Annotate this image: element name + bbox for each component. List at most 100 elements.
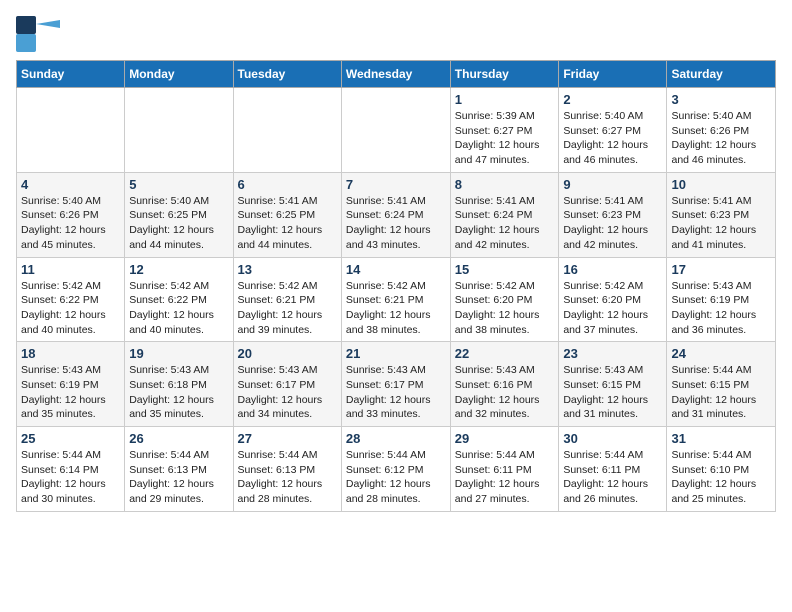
calendar-cell: 6 Sunrise: 5:41 AM Sunset: 6:25 PM Daylig… xyxy=(233,172,341,257)
day-content: Sunrise: 5:44 AM Sunset: 6:13 PM Dayligh… xyxy=(238,448,337,507)
calendar-cell: 31 Sunrise: 5:44 AM Sunset: 6:10 PM Dayli… xyxy=(667,427,776,512)
calendar-cell xyxy=(17,88,125,173)
day-number: 27 xyxy=(238,431,337,446)
calendar-cell: 30 Sunrise: 5:44 AM Sunset: 6:11 PM Dayli… xyxy=(559,427,667,512)
weekday-header-row: SundayMondayTuesdayWednesdayThursdayFrid… xyxy=(17,61,776,88)
calendar-cell xyxy=(341,88,450,173)
day-content: Sunrise: 5:43 AM Sunset: 6:19 PM Dayligh… xyxy=(671,279,771,338)
calendar-body: 1Sunrise: 5:39 AM Sunset: 6:27 PM Daylig… xyxy=(17,88,776,512)
calendar-cell: 28 Sunrise: 5:44 AM Sunset: 6:12 PM Dayli… xyxy=(341,427,450,512)
logo-icon xyxy=(16,16,60,52)
calendar-cell xyxy=(233,88,341,173)
day-content: Sunrise: 5:41 AM Sunset: 6:24 PM Dayligh… xyxy=(346,194,446,253)
day-content: Sunrise: 5:43 AM Sunset: 6:19 PM Dayligh… xyxy=(21,363,120,422)
weekday-monday: Monday xyxy=(125,61,233,88)
calendar-week-1: 1Sunrise: 5:39 AM Sunset: 6:27 PM Daylig… xyxy=(17,88,776,173)
day-content: Sunrise: 5:41 AM Sunset: 6:24 PM Dayligh… xyxy=(455,194,555,253)
day-content: Sunrise: 5:41 AM Sunset: 6:25 PM Dayligh… xyxy=(238,194,337,253)
calendar-week-2: 4Sunrise: 5:40 AM Sunset: 6:26 PM Daylig… xyxy=(17,172,776,257)
calendar-header: SundayMondayTuesdayWednesdayThursdayFrid… xyxy=(17,61,776,88)
day-content: Sunrise: 5:41 AM Sunset: 6:23 PM Dayligh… xyxy=(563,194,662,253)
day-content: Sunrise: 5:43 AM Sunset: 6:18 PM Dayligh… xyxy=(129,363,228,422)
day-content: Sunrise: 5:40 AM Sunset: 6:25 PM Dayligh… xyxy=(129,194,228,253)
calendar-cell: 8Sunrise: 5:41 AM Sunset: 6:24 PM Daylig… xyxy=(450,172,559,257)
day-number: 13 xyxy=(238,262,337,277)
page-header xyxy=(16,16,776,52)
calendar-cell: 24 Sunrise: 5:44 AM Sunset: 6:15 PM Dayli… xyxy=(667,342,776,427)
calendar-table: SundayMondayTuesdayWednesdayThursdayFrid… xyxy=(16,60,776,512)
day-number: 30 xyxy=(563,431,662,446)
day-content: Sunrise: 5:44 AM Sunset: 6:11 PM Dayligh… xyxy=(455,448,555,507)
day-content: Sunrise: 5:44 AM Sunset: 6:10 PM Dayligh… xyxy=(671,448,771,507)
day-number: 3 xyxy=(671,92,771,107)
day-content: Sunrise: 5:43 AM Sunset: 6:17 PM Dayligh… xyxy=(346,363,446,422)
calendar-cell: 9 Sunrise: 5:41 AM Sunset: 6:23 PM Daylig… xyxy=(559,172,667,257)
day-content: Sunrise: 5:42 AM Sunset: 6:22 PM Dayligh… xyxy=(21,279,120,338)
calendar-cell: 15 Sunrise: 5:42 AM Sunset: 6:20 PM Dayli… xyxy=(450,257,559,342)
calendar-cell: 1Sunrise: 5:39 AM Sunset: 6:27 PM Daylig… xyxy=(450,88,559,173)
calendar-cell: 29 Sunrise: 5:44 AM Sunset: 6:11 PM Dayli… xyxy=(450,427,559,512)
day-number: 11 xyxy=(21,262,120,277)
day-content: Sunrise: 5:44 AM Sunset: 6:13 PM Dayligh… xyxy=(129,448,228,507)
day-content: Sunrise: 5:40 AM Sunset: 6:26 PM Dayligh… xyxy=(21,194,120,253)
weekday-tuesday: Tuesday xyxy=(233,61,341,88)
day-number: 24 xyxy=(671,346,771,361)
day-content: Sunrise: 5:42 AM Sunset: 6:21 PM Dayligh… xyxy=(238,279,337,338)
calendar-cell: 17 Sunrise: 5:43 AM Sunset: 6:19 PM Dayli… xyxy=(667,257,776,342)
calendar-cell: 19Sunrise: 5:43 AM Sunset: 6:18 PM Dayli… xyxy=(125,342,233,427)
calendar-week-5: 25Sunrise: 5:44 AM Sunset: 6:14 PM Dayli… xyxy=(17,427,776,512)
day-content: Sunrise: 5:44 AM Sunset: 6:12 PM Dayligh… xyxy=(346,448,446,507)
day-number: 22 xyxy=(455,346,555,361)
day-content: Sunrise: 5:42 AM Sunset: 6:20 PM Dayligh… xyxy=(563,279,662,338)
day-number: 21 xyxy=(346,346,446,361)
weekday-saturday: Saturday xyxy=(667,61,776,88)
calendar-cell: 16Sunrise: 5:42 AM Sunset: 6:20 PM Dayli… xyxy=(559,257,667,342)
day-content: Sunrise: 5:44 AM Sunset: 6:11 PM Dayligh… xyxy=(563,448,662,507)
day-number: 2 xyxy=(563,92,662,107)
day-number: 20 xyxy=(238,346,337,361)
calendar-cell: 5 Sunrise: 5:40 AM Sunset: 6:25 PM Daylig… xyxy=(125,172,233,257)
day-number: 10 xyxy=(671,177,771,192)
calendar-cell: 7Sunrise: 5:41 AM Sunset: 6:24 PM Daylig… xyxy=(341,172,450,257)
day-number: 28 xyxy=(346,431,446,446)
calendar-cell: 2 Sunrise: 5:40 AM Sunset: 6:27 PM Daylig… xyxy=(559,88,667,173)
day-number: 31 xyxy=(671,431,771,446)
day-content: Sunrise: 5:39 AM Sunset: 6:27 PM Dayligh… xyxy=(455,109,555,168)
day-content: Sunrise: 5:43 AM Sunset: 6:17 PM Dayligh… xyxy=(238,363,337,422)
calendar-week-4: 18Sunrise: 5:43 AM Sunset: 6:19 PM Dayli… xyxy=(17,342,776,427)
calendar-cell: 20 Sunrise: 5:43 AM Sunset: 6:17 PM Dayli… xyxy=(233,342,341,427)
day-number: 15 xyxy=(455,262,555,277)
day-number: 14 xyxy=(346,262,446,277)
day-content: Sunrise: 5:41 AM Sunset: 6:23 PM Dayligh… xyxy=(671,194,771,253)
calendar-cell: 27 Sunrise: 5:44 AM Sunset: 6:13 PM Dayli… xyxy=(233,427,341,512)
day-content: Sunrise: 5:40 AM Sunset: 6:27 PM Dayligh… xyxy=(563,109,662,168)
calendar-week-3: 11 Sunrise: 5:42 AM Sunset: 6:22 PM Dayli… xyxy=(17,257,776,342)
day-content: Sunrise: 5:44 AM Sunset: 6:15 PM Dayligh… xyxy=(671,363,771,422)
calendar-cell: 13 Sunrise: 5:42 AM Sunset: 6:21 PM Dayli… xyxy=(233,257,341,342)
calendar-cell: 12Sunrise: 5:42 AM Sunset: 6:22 PM Dayli… xyxy=(125,257,233,342)
calendar-cell: 18Sunrise: 5:43 AM Sunset: 6:19 PM Dayli… xyxy=(17,342,125,427)
day-content: Sunrise: 5:40 AM Sunset: 6:26 PM Dayligh… xyxy=(671,109,771,168)
calendar-cell: 23 Sunrise: 5:43 AM Sunset: 6:15 PM Dayli… xyxy=(559,342,667,427)
calendar-cell: 21 Sunrise: 5:43 AM Sunset: 6:17 PM Dayli… xyxy=(341,342,450,427)
calendar-cell: 4Sunrise: 5:40 AM Sunset: 6:26 PM Daylig… xyxy=(17,172,125,257)
calendar-cell: 3 Sunrise: 5:40 AM Sunset: 6:26 PM Daylig… xyxy=(667,88,776,173)
day-number: 23 xyxy=(563,346,662,361)
day-number: 9 xyxy=(563,177,662,192)
calendar-cell xyxy=(125,88,233,173)
day-content: Sunrise: 5:43 AM Sunset: 6:15 PM Dayligh… xyxy=(563,363,662,422)
weekday-sunday: Sunday xyxy=(17,61,125,88)
day-number: 17 xyxy=(671,262,771,277)
calendar-cell: 25Sunrise: 5:44 AM Sunset: 6:14 PM Dayli… xyxy=(17,427,125,512)
logo xyxy=(16,16,64,52)
day-content: Sunrise: 5:42 AM Sunset: 6:21 PM Dayligh… xyxy=(346,279,446,338)
day-number: 29 xyxy=(455,431,555,446)
day-number: 6 xyxy=(238,177,337,192)
weekday-thursday: Thursday xyxy=(450,61,559,88)
day-content: Sunrise: 5:44 AM Sunset: 6:14 PM Dayligh… xyxy=(21,448,120,507)
weekday-wednesday: Wednesday xyxy=(341,61,450,88)
day-number: 5 xyxy=(129,177,228,192)
day-number: 12 xyxy=(129,262,228,277)
calendar-cell: 26Sunrise: 5:44 AM Sunset: 6:13 PM Dayli… xyxy=(125,427,233,512)
day-content: Sunrise: 5:42 AM Sunset: 6:20 PM Dayligh… xyxy=(455,279,555,338)
